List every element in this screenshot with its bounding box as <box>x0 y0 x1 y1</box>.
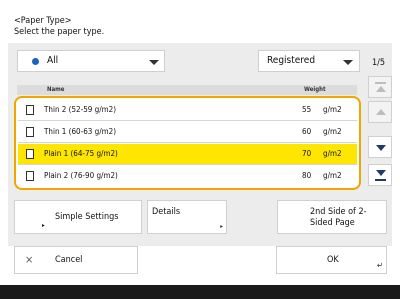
arrow-up-icon <box>376 86 386 92</box>
scroll-bottom-bar-icon <box>375 179 386 181</box>
list-item[interactable]: Thin 1 (60-63 g/m2) 60 g/m2 <box>18 122 357 143</box>
paper-weight: 80 <box>302 171 312 180</box>
paper-weight: 70 <box>302 149 312 158</box>
ok-label: OK <box>327 255 339 265</box>
paper-unit: g/m2 <box>323 149 342 158</box>
enter-icon: ↵ <box>376 261 383 270</box>
paper-name: Thin 1 (60-63 g/m2) <box>44 127 117 136</box>
cancel-label: Cancel <box>55 255 83 265</box>
document-icon <box>26 149 34 159</box>
page-title: <Paper Type> <box>14 16 72 26</box>
paper-name: Plain 2 (76-90 g/m2) <box>44 171 118 180</box>
cancel-button[interactable]: × Cancel <box>14 246 138 274</box>
ok-button[interactable]: OK ↵ <box>276 246 387 274</box>
paper-unit: g/m2 <box>323 127 342 136</box>
page-indicator: 1/5 <box>372 58 386 68</box>
registered-value: Registered <box>267 55 316 66</box>
paper-type-list: Thin 2 (52-59 g/m2) 55 g/m2 Thin 1 (60-6… <box>14 96 361 190</box>
second-side-label: 2nd Side of 2-Sided Page <box>310 207 367 228</box>
filter-value: All <box>47 55 59 66</box>
bottom-bar <box>0 285 400 299</box>
corner-arrow-icon: ▸ <box>220 223 223 230</box>
simple-settings-label: Simple Settings <box>55 212 119 222</box>
details-label: Details <box>152 207 181 217</box>
filter-dot-icon <box>32 58 39 65</box>
table-header: Name Weight <box>17 85 357 95</box>
registered-dropdown[interactable]: Registered <box>258 50 360 72</box>
second-side-button[interactable]: 2nd Side of 2-Sided Page <box>277 200 387 234</box>
list-item[interactable]: Plain 2 (76-90 g/m2) 80 g/m2 <box>18 166 357 187</box>
column-header-weight: Weight <box>304 86 326 93</box>
scroll-bottom-button[interactable] <box>368 164 392 186</box>
document-icon <box>26 127 34 137</box>
scroll-top-bar-icon <box>375 82 386 84</box>
scroll-top-button[interactable] <box>368 76 392 98</box>
paper-unit: g/m2 <box>323 171 342 180</box>
paper-weight: 60 <box>302 127 312 136</box>
corner-arrow-icon: ▸ <box>42 222 45 229</box>
chevron-down-icon <box>149 60 159 65</box>
list-item-selected[interactable]: Plain 1 (64-75 g/m2) 70 g/m2 <box>18 144 357 165</box>
details-button[interactable]: Details ▸ <box>147 200 227 234</box>
paper-weight: 55 <box>302 105 312 114</box>
scroll-up-button[interactable] <box>368 101 392 123</box>
column-header-name: Name <box>47 86 65 93</box>
close-icon: × <box>25 253 34 266</box>
paper-name: Plain 1 (64-75 g/m2) <box>44 149 118 158</box>
document-icon <box>26 105 34 115</box>
arrow-down-icon <box>376 145 386 151</box>
arrow-up-icon <box>376 109 386 115</box>
simple-settings-button[interactable]: Simple Settings ▸ <box>14 200 142 234</box>
paper-name: Thin 2 (52-59 g/m2) <box>44 105 117 114</box>
chevron-down-icon <box>343 60 353 65</box>
scroll-down-button[interactable] <box>368 136 392 158</box>
filter-dropdown[interactable]: All <box>17 50 165 72</box>
arrow-down-icon <box>376 170 386 176</box>
document-icon <box>26 171 34 181</box>
list-item[interactable]: Thin 2 (52-59 g/m2) 55 g/m2 <box>18 100 357 121</box>
paper-unit: g/m2 <box>323 105 342 114</box>
instruction-text: Select the paper type. <box>14 27 105 37</box>
